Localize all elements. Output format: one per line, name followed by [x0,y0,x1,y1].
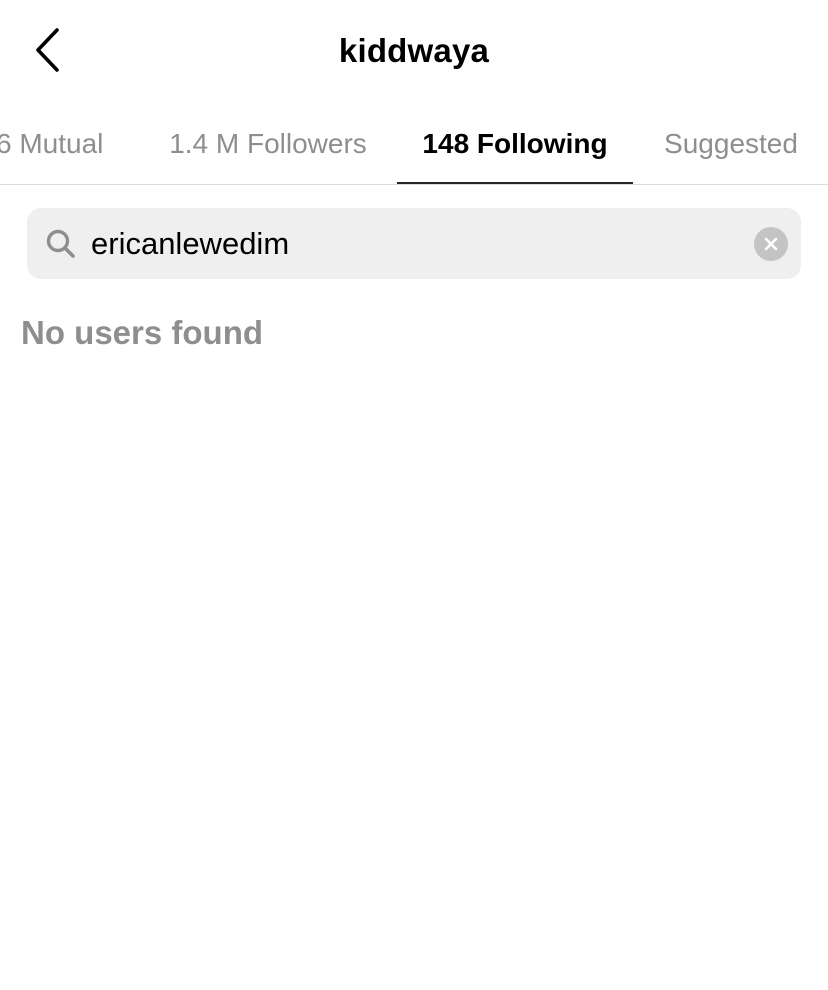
tab-suggested[interactable]: Suggested [646,104,816,184]
page-title: kiddwaya [338,32,490,69]
clear-icon [764,237,778,251]
search-bar[interactable] [27,208,801,279]
tab-following[interactable]: 148 Following [397,104,633,184]
tab-followers[interactable]: 1.4 M Followers [150,104,386,184]
tab-bar: 6 Mutual 1.4 M Followers 148 Following S… [0,104,828,185]
search-input[interactable] [91,208,731,279]
tab-mutual[interactable]: 6 Mutual [0,104,120,184]
header: kiddwaya [0,0,828,104]
no-results-message: No users found [21,314,264,351]
clear-search-button[interactable] [754,227,788,261]
search-icon [46,229,75,258]
